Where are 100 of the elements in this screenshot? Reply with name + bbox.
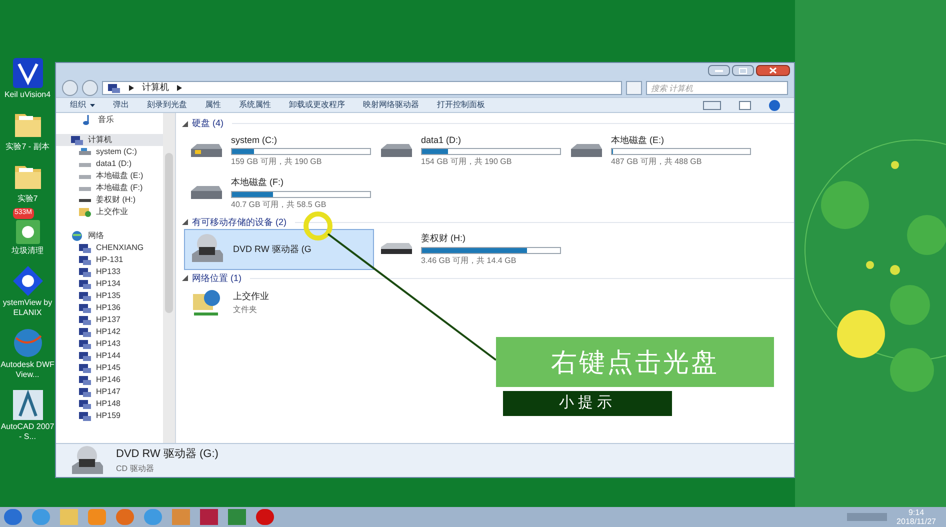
collapse-arrow-icon[interactable] — [182, 120, 188, 127]
minimize-button[interactable] — [708, 65, 730, 76]
sidebar-item[interactable]: HP145 — [56, 362, 163, 374]
view-options-button[interactable] — [703, 100, 721, 110]
browser-icon[interactable] — [116, 509, 134, 525]
sidebar-item[interactable]: HP135 — [56, 290, 163, 302]
back-button[interactable] — [62, 80, 78, 96]
capacity-text: 文件夹 — [233, 304, 258, 316]
drive-name: 本地磁盘 (E:) — [611, 134, 665, 147]
browser-icon[interactable] — [32, 509, 50, 525]
computer-icon — [78, 410, 92, 422]
computer-icon — [78, 278, 92, 290]
scrollbar[interactable] — [163, 113, 175, 443]
autocad-icon — [10, 388, 44, 422]
sidebar-item[interactable]: HP148 — [56, 398, 163, 410]
details-type: CD 驱动器 — [116, 462, 155, 475]
caption-text: 右键点击光盘 — [551, 346, 719, 378]
computer-icon — [70, 134, 84, 146]
desktop-icon-label[interactable]: Keil uVision4 — [4, 90, 51, 100]
play-icon[interactable] — [88, 509, 106, 525]
desktop-icon-label[interactable]: Autodesk DWF View... — [0, 360, 55, 380]
sidebar-item[interactable]: CHENXIANG — [56, 242, 163, 254]
sidebar-item[interactable]: system (C:) — [56, 146, 163, 158]
group-header[interactable]: 有可移动存储的设备 (2) — [192, 216, 286, 229]
close-button[interactable] — [756, 65, 790, 76]
desktop-icon-label[interactable]: 实验7 — [17, 194, 38, 204]
toolbar-button[interactable]: 组织 — [70, 99, 86, 111]
toolbar-button[interactable]: 打开控制面板 — [437, 99, 485, 111]
browser-icon[interactable] — [144, 509, 162, 525]
maximize-button[interactable] — [732, 65, 754, 76]
address-bar[interactable]: 计算机 — [102, 81, 622, 95]
help-icon[interactable] — [769, 100, 780, 110]
breadcrumb[interactable]: 计算机 — [142, 81, 169, 95]
sidebar-item[interactable]: HP144 — [56, 350, 163, 362]
refresh-button[interactable] — [626, 81, 642, 95]
sidebar-item[interactable]: HP143 — [56, 338, 163, 350]
sidebar-item[interactable]: 计算机 — [56, 134, 163, 146]
record-icon[interactable] — [256, 509, 274, 525]
computer-icon — [78, 254, 92, 266]
drive-tile[interactable]: 姜权财 (H:) 3.46 GB 可用，共 14.4 GB — [374, 229, 564, 270]
group-header[interactable]: 硬盘 (4) — [192, 117, 224, 130]
sidebar-item[interactable]: 上交作业 — [56, 206, 163, 218]
computer-icon — [78, 242, 92, 254]
computer-icon — [78, 338, 92, 350]
drive-tile[interactable]: data1 (D:) 154 GB 可用，共 190 GB — [374, 130, 564, 171]
sidebar-item[interactable]: HP-131 — [56, 254, 163, 266]
desktop-icon-label[interactable]: 实验7 - 副本 — [6, 142, 50, 152]
capacity-text: 3.46 GB 可用，共 14.4 GB — [421, 254, 518, 266]
computer-icon — [107, 82, 121, 94]
toolbar-button[interactable]: 系统属性 — [239, 99, 271, 111]
sidebar-item[interactable]: 音乐 — [56, 114, 163, 126]
sidebar-item[interactable]: HP159 — [56, 410, 163, 422]
toolbar-button[interactable]: 弹出 — [113, 99, 129, 111]
search-field[interactable]: 搜索 计算机 — [646, 81, 788, 95]
desktop-icon-label[interactable]: ystemView by ELANIX — [0, 298, 55, 318]
sidebar-item[interactable]: 本地磁盘 (F:) — [56, 182, 163, 194]
toolbar-button[interactable]: 刻录到光盘 — [147, 99, 187, 111]
computer-icon — [78, 302, 92, 314]
sidebar-item[interactable]: HP146 — [56, 374, 163, 386]
computer-icon — [78, 314, 92, 326]
desktop-icon-label[interactable]: 垃圾清理 — [12, 246, 44, 256]
close-icon — [769, 67, 777, 74]
computer-icon — [78, 398, 92, 410]
drive-tile[interactable]: 上交作业 文件夹 — [184, 285, 374, 321]
sidebar-item[interactable]: 本地磁盘 (E:) — [56, 170, 163, 182]
capacity-text: 487 GB 可用，共 488 GB — [611, 156, 703, 168]
toolbar-button[interactable]: 属性 — [205, 99, 221, 111]
sidebar-item[interactable]: HP137 — [56, 314, 163, 326]
sidebar-item[interactable]: HP136 — [56, 302, 163, 314]
drive-tile[interactable]: 本地磁盘 (F:) 40.7 GB 可用，共 58.5 GB — [184, 173, 374, 214]
toolbar-button[interactable]: 映射网络驱动器 — [363, 99, 419, 111]
sidebar-item[interactable]: HP134 — [56, 278, 163, 290]
forward-button[interactable] — [82, 80, 98, 96]
group-header[interactable]: 网络位置 (1) — [192, 272, 242, 285]
toolbar-button[interactable]: 卸载或更改程序 — [289, 99, 345, 111]
drive-tile-selected[interactable]: DVD RW 驱动器 (G — [184, 229, 374, 270]
collapse-arrow-icon[interactable] — [182, 219, 188, 226]
sidebar-item[interactable]: HP133 — [56, 266, 163, 278]
computer-icon — [78, 266, 92, 278]
tip-text: 小提示 — [559, 393, 616, 414]
sidebar-item[interactable]: 网络 — [56, 230, 163, 242]
capacity-text: 159 GB 可用，共 190 GB — [231, 156, 323, 168]
sidebar-item[interactable]: data1 (D:) — [56, 158, 163, 170]
drive-icon — [78, 147, 92, 157]
capacity-text: 40.7 GB 可用，共 58.5 GB — [231, 198, 328, 210]
start-button[interactable] — [4, 509, 22, 525]
collapse-arrow-icon[interactable] — [182, 275, 188, 282]
shared-folder-icon — [78, 206, 92, 218]
sidebar-item[interactable]: 姜权财 (H:) — [56, 194, 163, 206]
preview-pane-button[interactable] — [739, 100, 751, 110]
desktop-icon-label[interactable]: AutoCAD 2007 - S... — [0, 422, 55, 442]
chevron-icon — [177, 85, 182, 91]
sidebar-item[interactable]: HP142 — [56, 326, 163, 338]
drive-tile[interactable]: 本地磁盘 (E:) 487 GB 可用，共 488 GB — [564, 130, 754, 171]
computer-icon — [78, 326, 92, 338]
sidebar-item[interactable]: HP147 — [56, 386, 163, 398]
drive-tile[interactable]: system (C:) 159 GB 可用，共 190 GB — [184, 130, 374, 171]
chevron-icon — [129, 85, 134, 91]
computer-icon — [78, 374, 92, 386]
computer-icon — [78, 386, 92, 398]
